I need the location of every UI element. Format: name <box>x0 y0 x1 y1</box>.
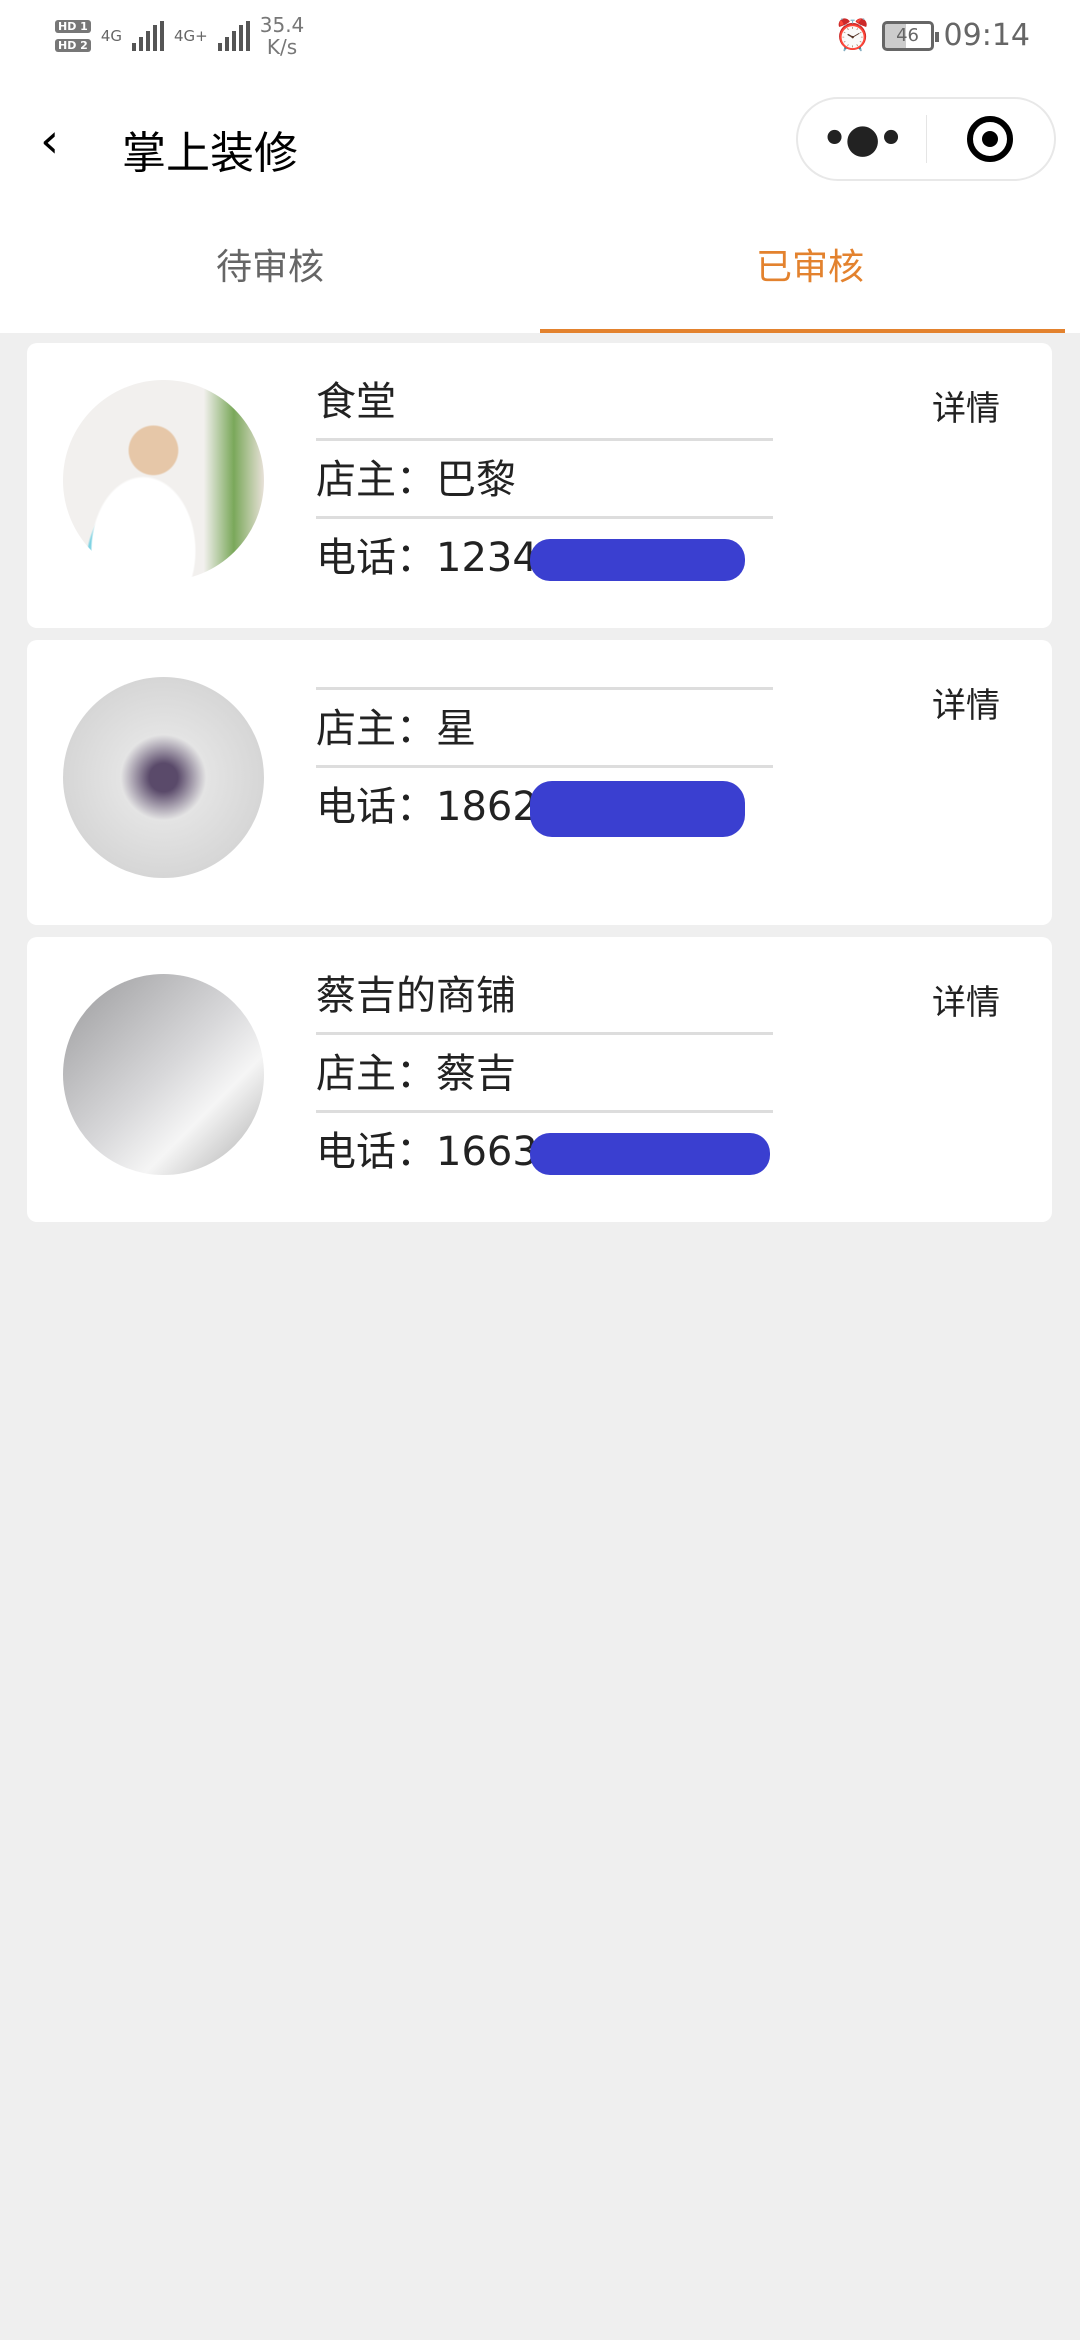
network-2: 4G+ <box>174 27 208 45</box>
status-bar: HD 1 HD 2 4G 4G+ 35.4 K/s ⏰ 46 09:14 <box>0 0 1080 90</box>
battery-icon: 46 <box>881 20 939 51</box>
shop-phone: 电话：1663 <box>316 1129 538 1175</box>
mini-program-capsule: •●• <box>796 97 1056 181</box>
shop-name <box>316 660 773 690</box>
shop-card[interactable]: 店主：星 电话：1862 详情 <box>27 640 1052 925</box>
avatar <box>63 974 264 1175</box>
nav-bar: ‹ 掌上装修 •●• <box>0 95 1080 185</box>
tab-bar: 待审核 已审核 <box>0 230 1080 333</box>
detail-link[interactable]: 详情 <box>932 975 1000 1024</box>
tab-pending[interactable]: 待审核 <box>0 230 540 333</box>
redaction-mark <box>529 539 745 581</box>
signal-icon <box>217 21 250 51</box>
redaction-mark <box>529 781 745 837</box>
sim2-badge: HD 2 <box>55 39 91 52</box>
shop-phone: 电话：1234 <box>316 535 538 581</box>
shop-phone: 电话：1862 <box>316 784 538 830</box>
sim1-badge: HD 1 <box>55 20 91 33</box>
signal-icon <box>132 21 164 51</box>
net-speed-unit: K/s <box>266 35 298 59</box>
page-title: 掌上装修 <box>122 128 298 179</box>
net-speed: 35.4 <box>259 13 305 37</box>
shop-card[interactable]: 食堂 店主：巴黎 电话：1234 详情 <box>27 343 1052 628</box>
shop-card[interactable]: 蔡吉的商铺 店主：蔡吉 电话：1663 详情 <box>27 937 1052 1222</box>
alarm-icon: ⏰ <box>834 18 872 53</box>
header: HD 1 HD 2 4G 4G+ 35.4 K/s ⏰ 46 09:14 ‹ 掌上装… <box>0 0 1080 333</box>
detail-link[interactable]: 详情 <box>932 381 1000 430</box>
chevron-left-icon[interactable]: ‹ <box>40 117 59 165</box>
network-1: 4G <box>100 27 122 45</box>
tab-approved[interactable]: 已审核 <box>540 230 1080 333</box>
shop-name: 食堂 <box>316 363 773 441</box>
shop-name: 蔡吉的商铺 <box>316 957 773 1035</box>
detail-link[interactable]: 详情 <box>932 678 1000 727</box>
battery-level: 46 <box>896 25 919 46</box>
avatar <box>63 677 264 878</box>
more-dots-icon[interactable]: •●• <box>798 119 926 159</box>
avatar <box>63 380 264 581</box>
shop-owner: 店主：巴黎 <box>316 441 773 519</box>
shop-owner: 店主：星 <box>316 690 773 768</box>
clock: 09:14 <box>943 18 1030 53</box>
target-icon[interactable] <box>927 116 1055 162</box>
redaction-mark <box>529 1133 770 1175</box>
shop-owner: 店主：蔡吉 <box>316 1035 773 1113</box>
